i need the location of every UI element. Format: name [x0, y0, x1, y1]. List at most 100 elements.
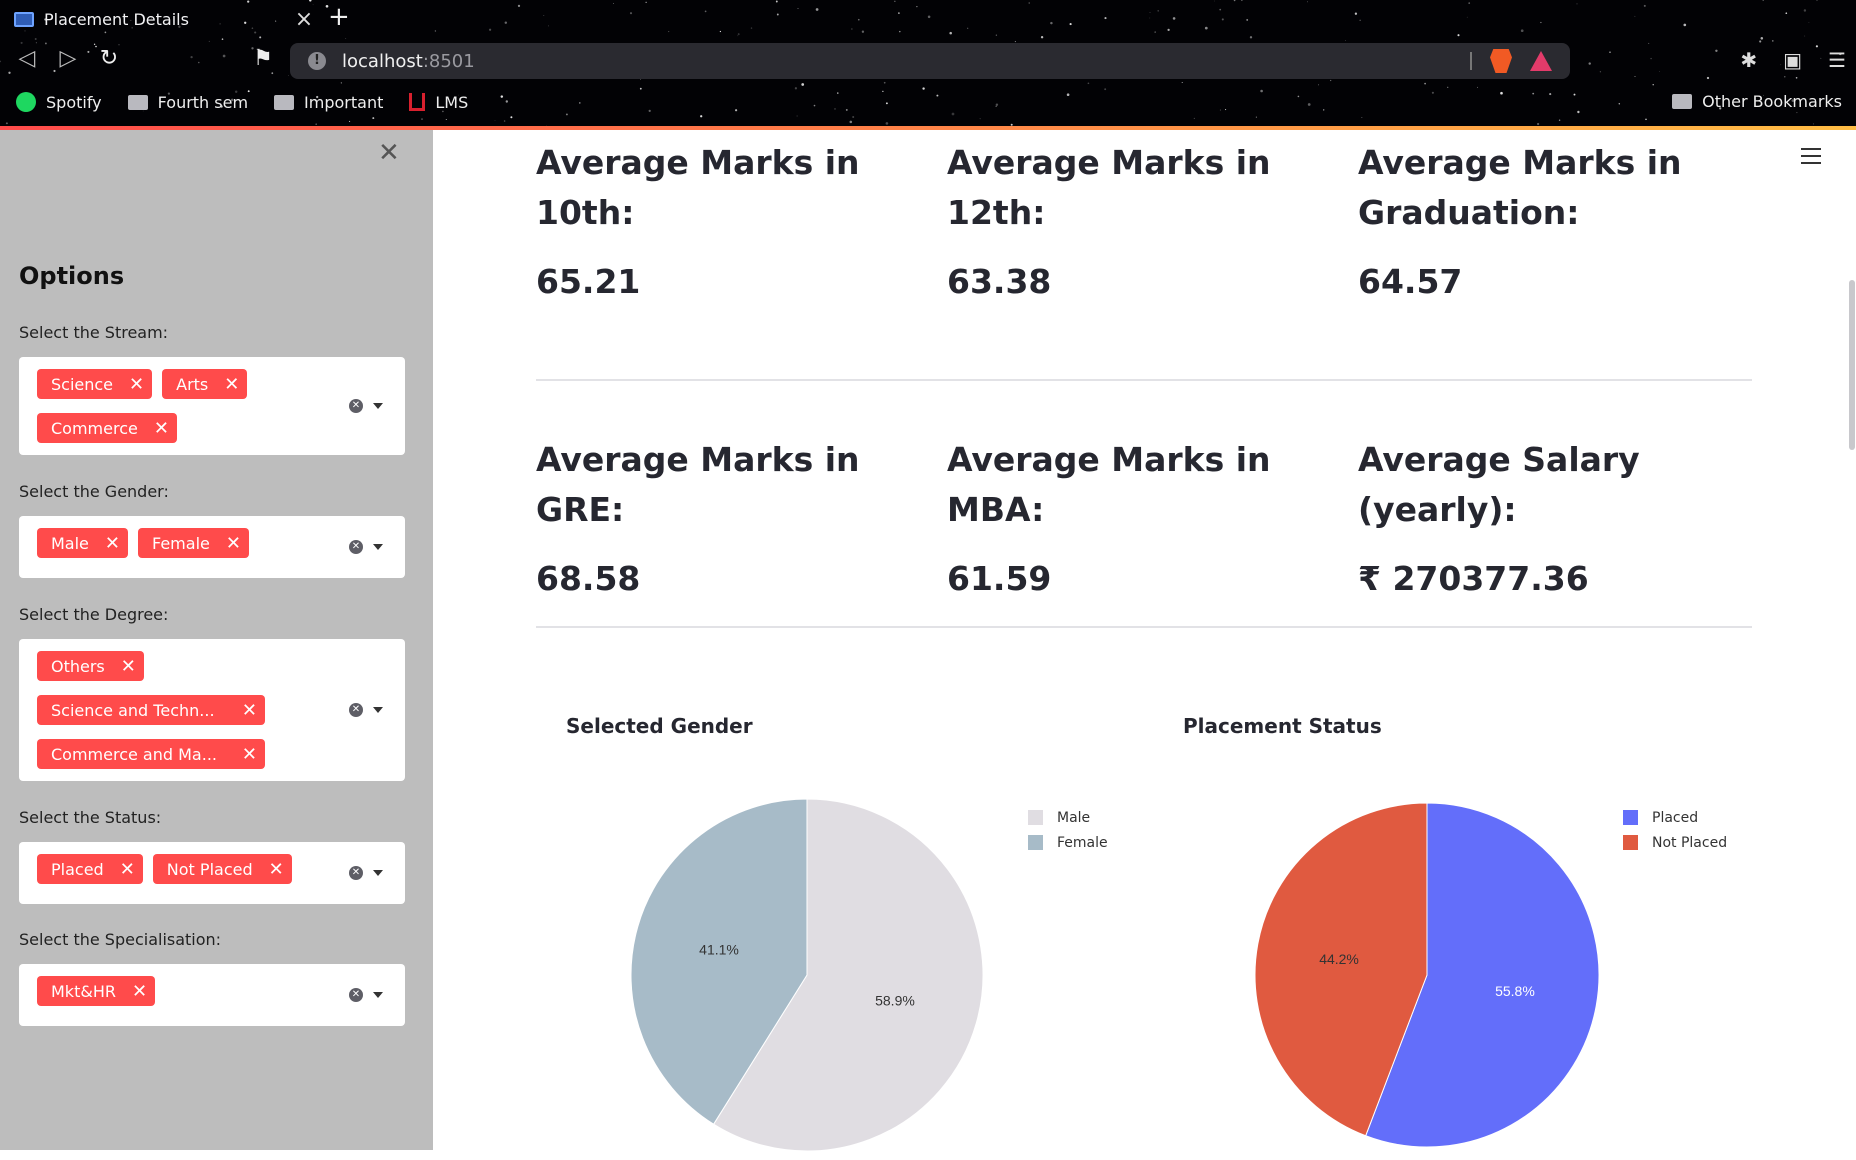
star [503, 120, 506, 122]
bookmark-icon[interactable]: ⚑ [250, 46, 276, 71]
star [504, 21, 508, 24]
legend-swatch [1623, 835, 1638, 850]
tag-not-placed[interactable]: Not Placed ✕ [152, 854, 292, 884]
bookmark-lms[interactable]: LMS [409, 93, 468, 112]
clear-icon[interactable]: ✕ [349, 399, 363, 413]
clear-icon[interactable]: ✕ [349, 866, 363, 880]
remove-tag-icon[interactable]: ✕ [154, 418, 169, 439]
remove-tag-icon[interactable]: ✕ [226, 533, 241, 554]
other-bookmarks[interactable]: Other Bookmarks [1672, 92, 1842, 111]
tag-science[interactable]: Science ✕ [37, 369, 153, 399]
clear-icon[interactable]: ✕ [349, 540, 363, 554]
reload-icon[interactable]: ↻ [96, 46, 122, 71]
metric-label: Average Salary (yearly): [1358, 440, 1640, 529]
tag-commerce-and-mgmt[interactable]: Commerce and Ma... ✕ [37, 739, 265, 769]
metric-value: 65.21 [536, 262, 641, 301]
close-sidebar-icon[interactable]: ✕ [378, 138, 400, 168]
menu-icon[interactable]: ☰ [1828, 48, 1846, 72]
clear-icon[interactable]: ✕ [349, 703, 363, 717]
legend-swatch [1028, 835, 1043, 850]
legend-item-female[interactable]: Female [1028, 830, 1108, 855]
star [287, 74, 289, 76]
star [494, 120, 496, 121]
legend-item-male[interactable]: Male [1028, 805, 1108, 830]
remove-tag-icon[interactable]: ✕ [105, 533, 120, 554]
chevron-down-icon[interactable] [373, 544, 383, 550]
degree-multiselect[interactable]: Others ✕ Science and Techn... ✕ Commerce a… [19, 639, 405, 781]
star [222, 54, 226, 58]
wallet-icon[interactable]: ▣ [1783, 48, 1802, 72]
status-multiselect[interactable]: Placed ✕ Not Placed ✕ ✕ [19, 842, 405, 904]
chevron-down-icon[interactable] [373, 707, 383, 713]
star [1599, 71, 1602, 73]
star [1157, 10, 1159, 12]
specialisation-multiselect[interactable]: Mkt&HR ✕ ✕ [19, 964, 405, 1026]
tag-others[interactable]: Others ✕ [37, 651, 144, 681]
tag-placed[interactable]: Placed ✕ [37, 854, 143, 884]
stream-multiselect[interactable]: Science ✕ Arts ✕ Commerce ✕ ✕ [19, 357, 405, 455]
star [93, 43, 96, 45]
new-tab-button[interactable]: + [328, 2, 350, 32]
folder-icon [274, 94, 295, 110]
star [1241, 0, 1243, 1]
scrollbar[interactable] [1849, 280, 1855, 450]
remove-tag-icon[interactable]: ✕ [132, 981, 147, 1002]
tag-science-and-tech[interactable]: Science and Techn... ✕ [37, 695, 265, 725]
metric-label: Average Marks in MBA: [947, 440, 1271, 529]
forward-icon[interactable]: ▷ [55, 46, 81, 71]
back-icon[interactable]: ◁ [14, 46, 40, 71]
divider [536, 379, 1752, 381]
legend-item-placed[interactable]: Placed [1623, 805, 1727, 830]
gender-multiselect[interactable]: Male ✕ Female ✕ ✕ [19, 516, 405, 578]
bookmark-important[interactable]: Important [274, 93, 383, 112]
remove-tag-icon[interactable]: ✕ [120, 859, 135, 880]
star [434, 30, 437, 32]
address-bar[interactable]: ! localhost:8501 [290, 43, 1570, 79]
divider [1470, 52, 1472, 70]
remove-tag-icon[interactable]: ✕ [224, 374, 239, 395]
extensions-icon[interactable]: ✱ [1740, 48, 1757, 72]
legend-item-not-placed[interactable]: Not Placed [1623, 830, 1727, 855]
chevron-down-icon[interactable] [373, 992, 383, 998]
hamburger-menu-icon[interactable] [1801, 148, 1821, 169]
tag-commerce[interactable]: Commerce ✕ [37, 413, 177, 443]
tag-mkt-hr[interactable]: Mkt&HR ✕ [37, 976, 156, 1006]
bookmarks-bar: Spotify Fourth sem Important LMS [16, 92, 468, 112]
star [1618, 103, 1621, 105]
remove-tag-icon[interactable]: ✕ [269, 859, 284, 880]
bookmark-fourth-sem[interactable]: Fourth sem [127, 93, 248, 112]
star [1652, 84, 1654, 86]
chevron-down-icon[interactable] [373, 870, 383, 876]
brave-rewards-icon[interactable] [1530, 51, 1552, 71]
remove-tag-icon[interactable]: ✕ [129, 374, 144, 395]
star [995, 105, 997, 107]
remove-tag-icon[interactable]: ✕ [121, 656, 136, 677]
star [1549, 93, 1552, 96]
star [1204, 26, 1208, 30]
star [1431, 91, 1434, 94]
close-tab-icon[interactable]: × [294, 7, 314, 32]
tag-male[interactable]: Male ✕ [37, 528, 128, 558]
site-info-icon[interactable]: ! [308, 52, 326, 70]
bookmark-spotify[interactable]: Spotify [16, 92, 102, 112]
star [916, 5, 918, 8]
star [640, 79, 641, 80]
bookmark-label: Spotify [46, 92, 102, 112]
brave-shields-icon[interactable] [1490, 49, 1512, 73]
star [505, 100, 508, 103]
browser-tab[interactable]: Placement Details × [8, 4, 314, 34]
clear-icon[interactable]: ✕ [349, 988, 363, 1002]
tag-label: Not Placed [166, 859, 253, 879]
tag-label: Male [51, 533, 89, 553]
remove-tag-icon[interactable]: ✕ [242, 744, 257, 765]
tag-label: Female [152, 533, 210, 553]
legend-label: Male [1057, 809, 1091, 826]
tag-arts[interactable]: Arts ✕ [162, 369, 248, 399]
pie-data-label: 58.9% [875, 992, 915, 1008]
star [8, 71, 11, 74]
metric-graduation: Average Marks in Graduation: 64.57 [1358, 138, 1688, 301]
chevron-down-icon[interactable] [373, 403, 383, 409]
star [500, 95, 504, 98]
tag-female[interactable]: Female ✕ [138, 528, 249, 558]
remove-tag-icon[interactable]: ✕ [242, 700, 257, 721]
